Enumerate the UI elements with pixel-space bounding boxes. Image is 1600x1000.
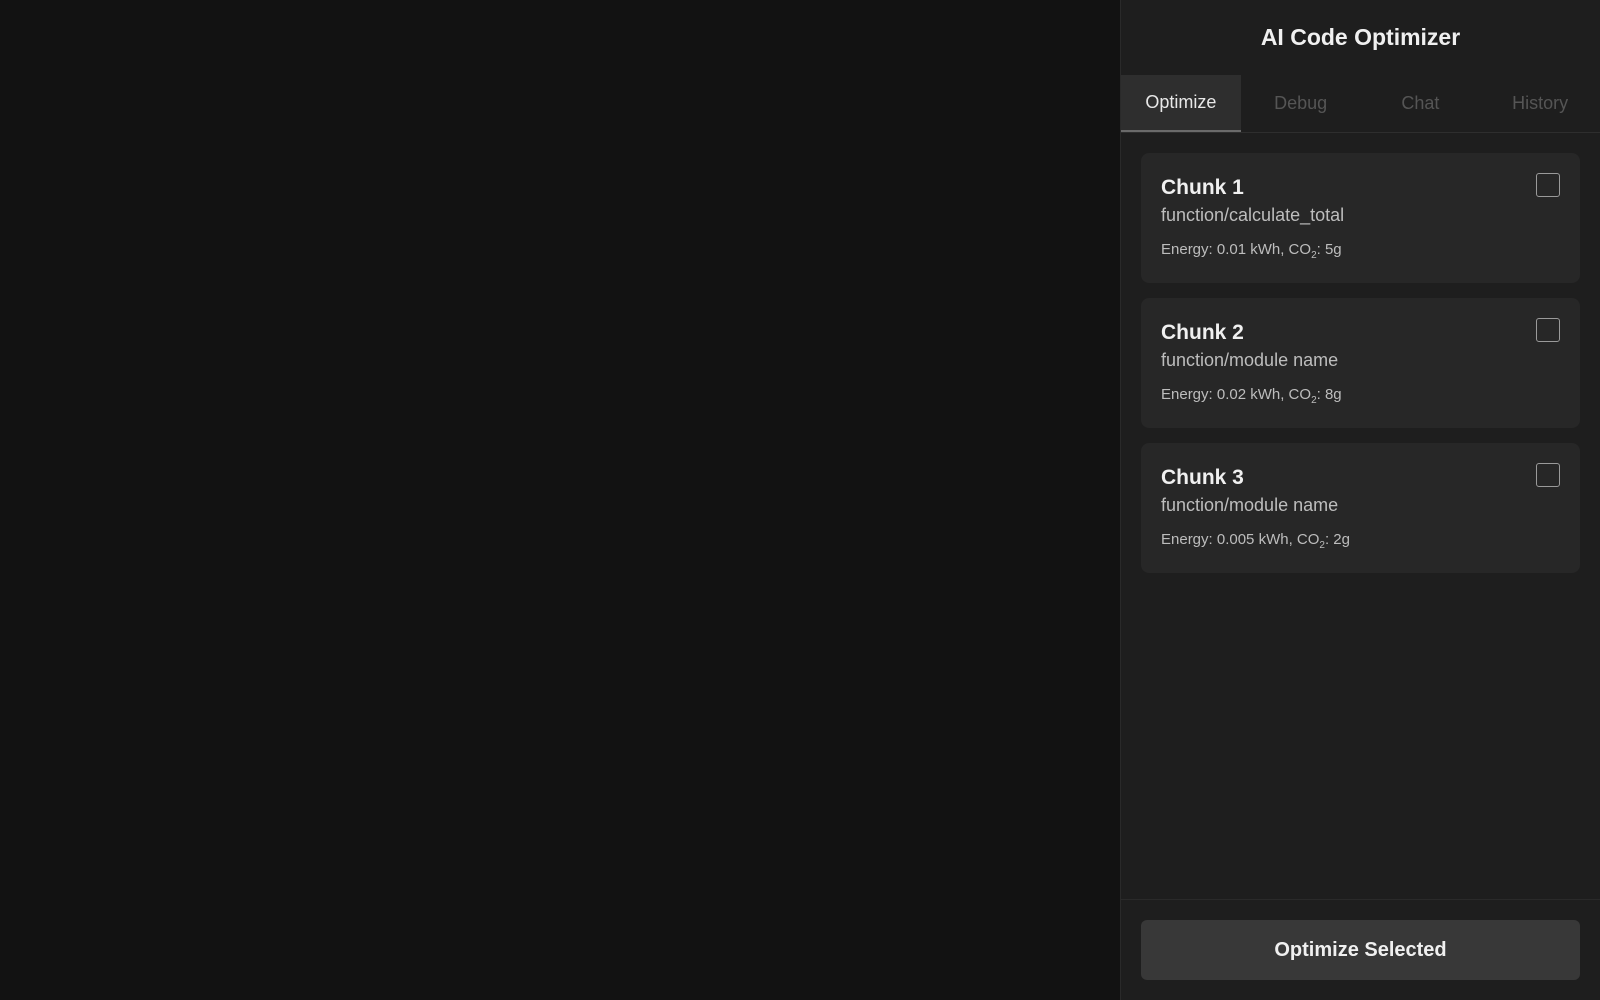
optimize-selected-button[interactable]: Optimize Selected (1141, 920, 1580, 980)
panel-footer: Optimize Selected (1121, 899, 1600, 1000)
chunk-subtitle: function/module name (1161, 350, 1339, 370)
chunk-card[interactable]: Chunk 3 function/module name Energy: 0.0… (1141, 443, 1580, 573)
chunk-title: Chunk 2 (1161, 321, 1244, 344)
chunk-card[interactable]: Chunk 1 function/calculate_total Energy:… (1141, 153, 1580, 283)
chunk-energy: Energy: 0.02 kWh, CO (1161, 386, 1312, 403)
chunk-checkbox[interactable] (1536, 173, 1560, 197)
chunk-co2: : 8g (1316, 386, 1342, 403)
chunk-subtitle: function/calculate_total (1161, 205, 1345, 225)
chunk-checkbox[interactable] (1536, 318, 1560, 342)
chunk-list: Chunk 1 function/calculate_total Energy:… (1121, 133, 1600, 573)
chunk-metrics: Energy: 0.01 kWh, CO2: 5g (1161, 240, 1560, 266)
tab-optimize[interactable]: Optimize (1121, 75, 1241, 132)
tab-bar: Optimize Debug Chat History (1121, 75, 1600, 133)
panel-title: AI Code Optimizer (1260, 24, 1461, 50)
chunk-title: Chunk 3 (1161, 466, 1244, 489)
chunk-title: Chunk 1 (1161, 176, 1244, 199)
chunk-co2: : 5g (1316, 241, 1342, 258)
editor-area[interactable] (0, 0, 1120, 1000)
chunk-energy: Energy: 0.01 kWh, CO (1161, 241, 1312, 258)
tab-chat[interactable]: Chat (1361, 75, 1481, 132)
app-window: AI Code Optimizer Optimize Debug Chat Hi… (0, 0, 1600, 1000)
tab-debug[interactable]: Debug (1241, 75, 1361, 132)
chunk-energy: Energy: 0.005 kWh, CO (1161, 531, 1320, 548)
optimizer-panel: AI Code Optimizer Optimize Debug Chat Hi… (1120, 0, 1600, 1000)
tab-history[interactable]: History (1480, 75, 1600, 132)
chunk-card[interactable]: Chunk 2 function/module name Energy: 0.0… (1141, 298, 1580, 428)
chunk-subtitle: function/module name (1161, 495, 1339, 515)
chunk-metrics: Energy: 0.02 kWh, CO2: 8g (1161, 385, 1560, 411)
chunk-metrics: Energy: 0.005 kWh, CO2: 2g (1161, 530, 1560, 556)
chunk-co2: : 2g (1324, 531, 1350, 548)
chunk-checkbox[interactable] (1536, 463, 1560, 487)
